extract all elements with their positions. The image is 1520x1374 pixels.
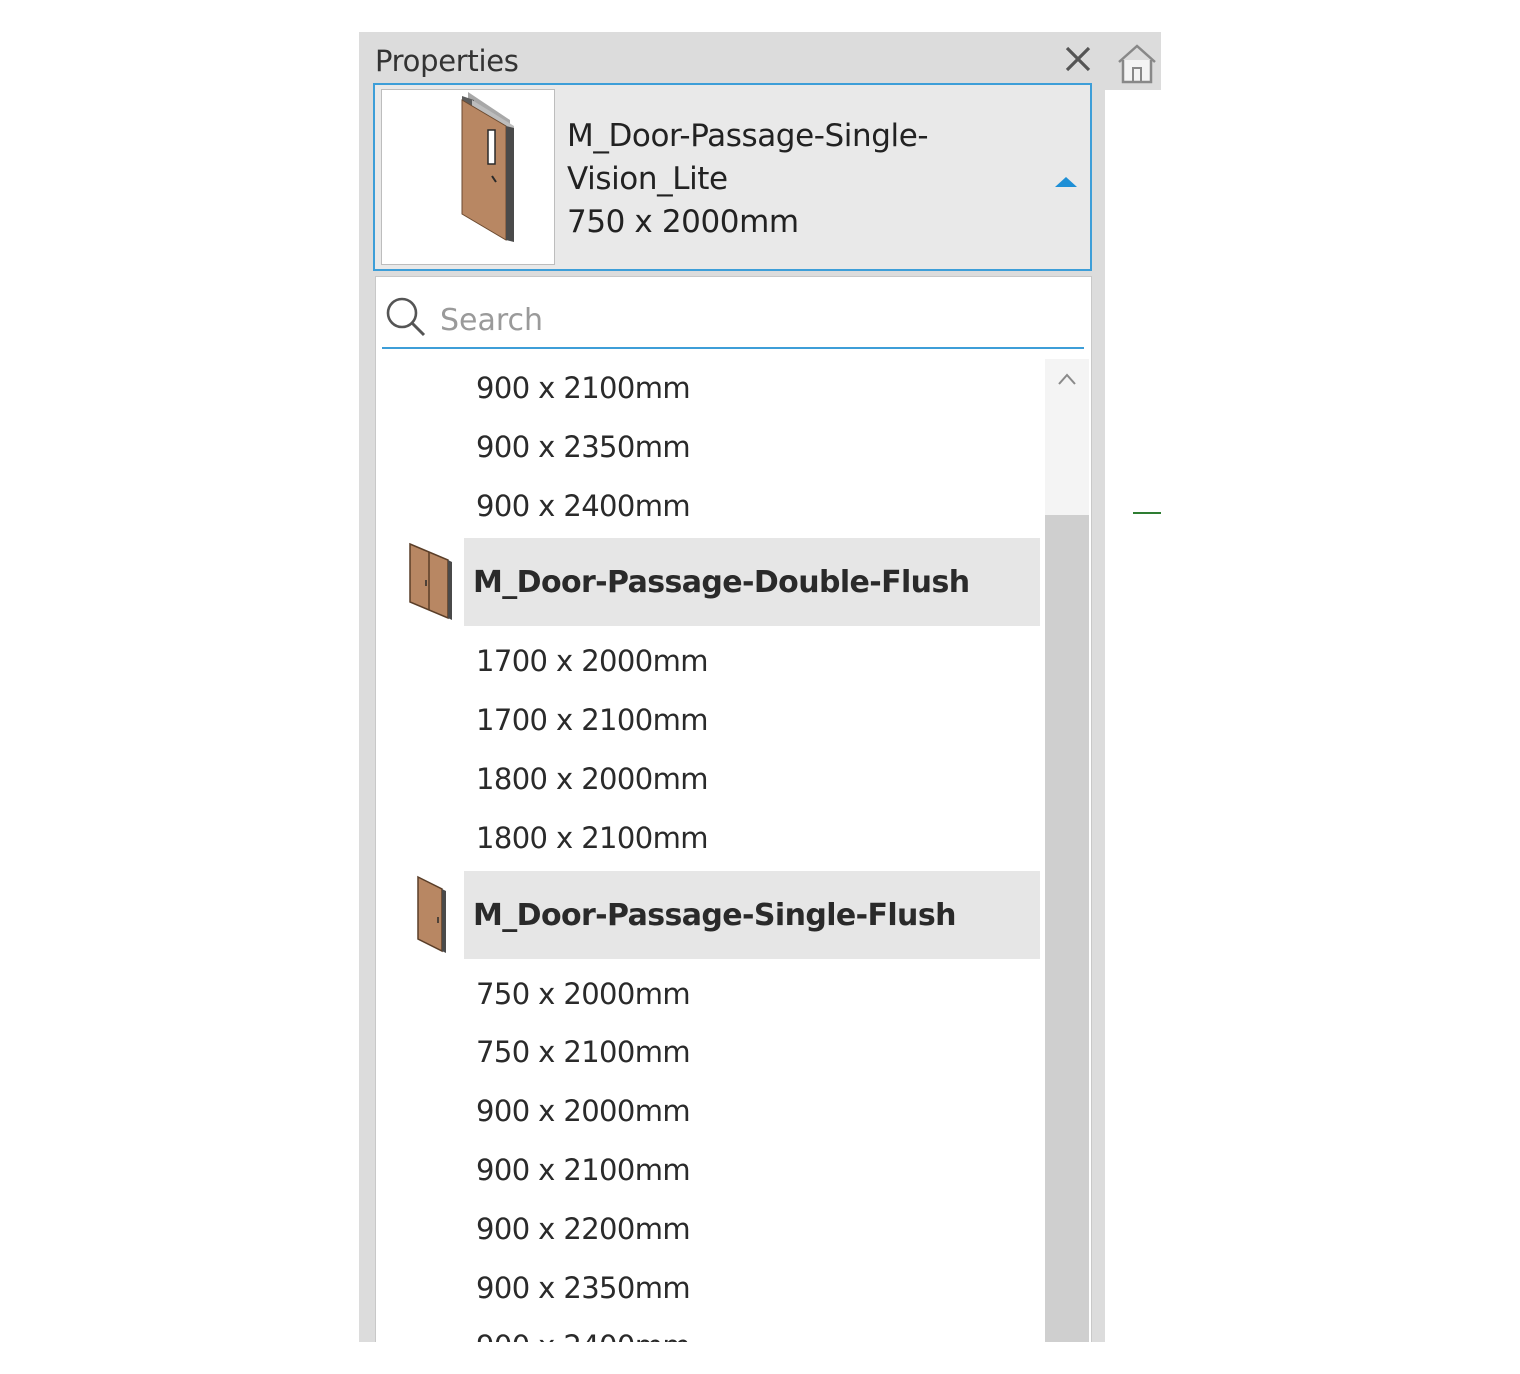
double-door-icon [409, 543, 452, 621]
list-item[interactable]: 900 x 2100mm [376, 359, 1040, 418]
list-item[interactable]: 900 x 2100mm [376, 1141, 1040, 1200]
family-group-label: M_Door-Passage-Double-Flush [473, 565, 970, 601]
list-item[interactable]: 900 x 2000mm [376, 1082, 1040, 1141]
list-item[interactable]: 900 x 2350mm [376, 1259, 1040, 1318]
list-scrollbar[interactable] [1045, 359, 1089, 1342]
type-preview-thumbnail [381, 89, 555, 265]
list-item[interactable]: 900 x 2200mm [376, 1200, 1040, 1259]
selected-type-text: M_Door-Passage-Single- Vision_Lite 750 x… [567, 115, 929, 244]
close-icon[interactable] [1059, 40, 1097, 78]
list-item[interactable]: 900 x 2400mm [376, 477, 1040, 536]
list-item[interactable]: 900 x 2400mm [376, 1317, 1040, 1342]
green-indicator-line [1133, 512, 1161, 514]
search-icon [384, 295, 430, 341]
selected-family-line1: M_Door-Passage-Single- [567, 118, 929, 154]
properties-panel: Properties M_Door-Passage-Single- Vision… [359, 32, 1105, 1342]
family-group-header[interactable]: M_Door-Passage-Single-Flush [376, 870, 1040, 959]
selected-type-name: 750 x 2000mm [567, 204, 799, 240]
family-group-header[interactable]: M_Door-Passage-Double-Flush [376, 538, 1040, 627]
list-item[interactable]: 1700 x 2100mm [376, 691, 1040, 750]
vision-lite-door-icon [461, 92, 514, 242]
list-item[interactable]: 750 x 2100mm [376, 1023, 1040, 1082]
type-dropdown-list: 900 x 2100mm 900 x 2350mm 900 x 2400mm M… [375, 276, 1092, 1342]
type-selector[interactable]: M_Door-Passage-Single- Vision_Lite 750 x… [373, 83, 1092, 271]
family-group-label: M_Door-Passage-Single-Flush [473, 897, 956, 933]
type-list: 900 x 2100mm 900 x 2350mm 900 x 2400mm M… [376, 359, 1040, 1342]
chevron-up-icon[interactable] [1057, 371, 1077, 385]
list-item[interactable]: 750 x 2000mm [376, 965, 1040, 1024]
list-item[interactable]: 1800 x 2100mm [376, 809, 1040, 868]
list-item[interactable]: 1700 x 2000mm [376, 632, 1040, 691]
search-input[interactable] [438, 297, 1062, 343]
selected-family-line2: Vision_Lite [567, 161, 728, 197]
home-icon[interactable] [1105, 32, 1161, 90]
list-item[interactable]: 900 x 2350mm [376, 418, 1040, 477]
triangle-up-icon[interactable] [1055, 173, 1077, 187]
panel-title-bar[interactable]: Properties [359, 32, 1105, 84]
side-strip [1105, 32, 1161, 1342]
single-door-icon [417, 875, 446, 953]
search-box[interactable] [382, 277, 1084, 349]
list-item[interactable]: 1800 x 2000mm [376, 750, 1040, 809]
panel-title: Properties [375, 44, 519, 78]
